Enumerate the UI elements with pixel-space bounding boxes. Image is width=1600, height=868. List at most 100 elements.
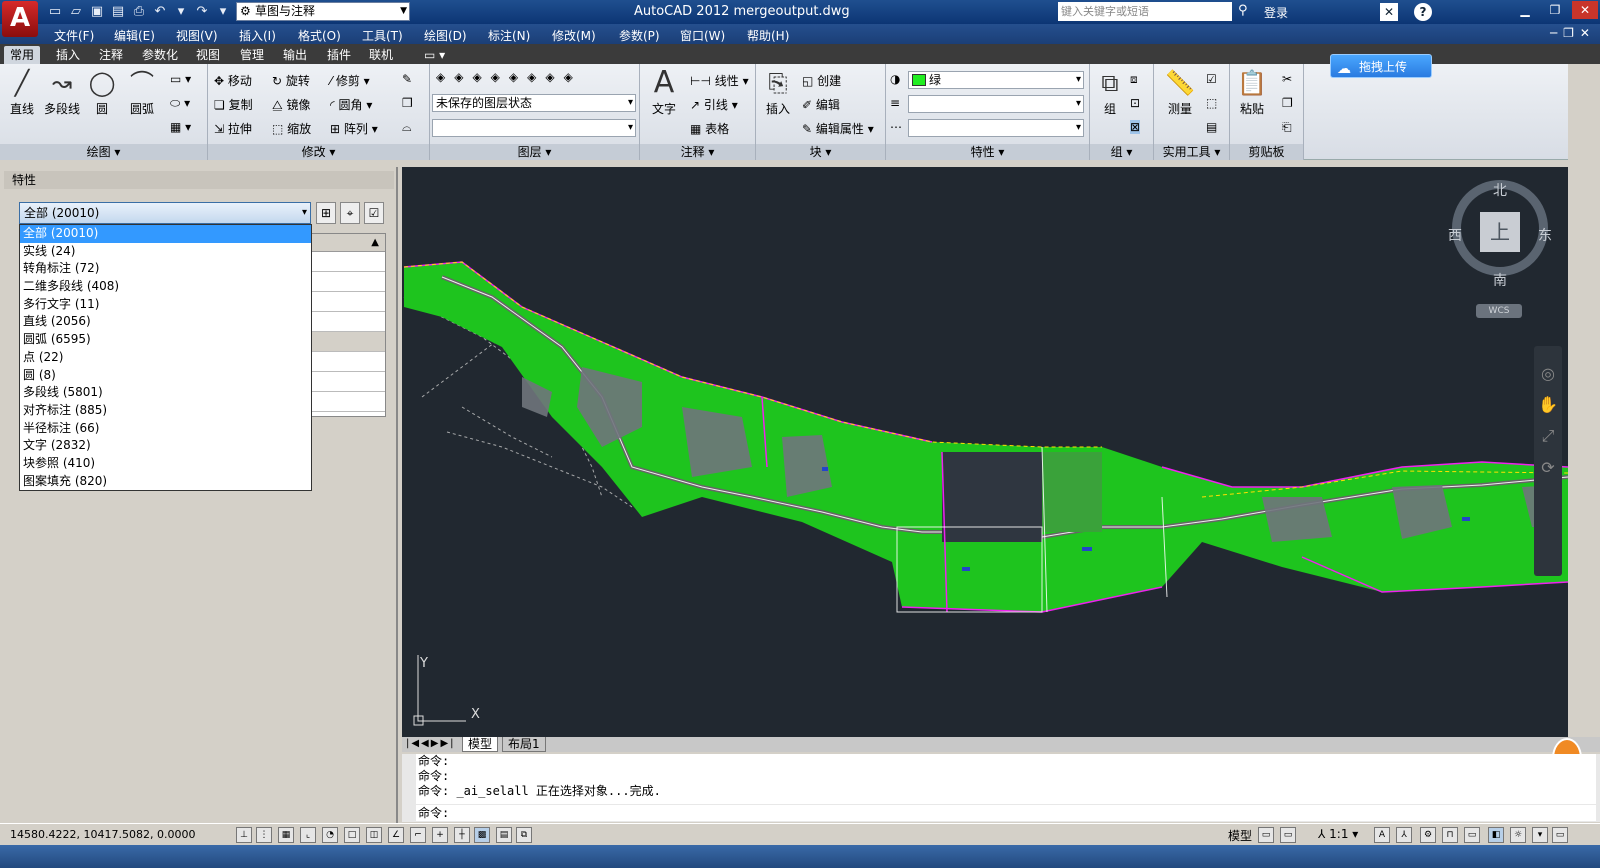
document-window-controls[interactable]: ─❐✕: [1550, 26, 1596, 40]
pan-icon[interactable]: ✋: [1534, 395, 1562, 414]
cut-icon[interactable]: ✂: [1282, 72, 1292, 86]
menu-draw[interactable]: 绘图(D): [424, 27, 467, 44]
scale-button[interactable]: ⬚ 缩放: [272, 120, 311, 137]
collapse-icon[interactable]: ▲: [312, 234, 385, 252]
rotate-button[interactable]: ↻ 旋转: [272, 72, 310, 89]
save-icon[interactable]: ▣: [88, 3, 106, 21]
panel-layers-title[interactable]: 图层 ▾: [430, 144, 639, 160]
lineweight-toggle-icon[interactable]: ┼: [454, 827, 470, 843]
menu-edit[interactable]: 编辑(E): [114, 27, 155, 44]
panel-annotation-title[interactable]: 注释 ▾: [640, 144, 755, 160]
list-item[interactable]: 对齐标注 (885): [20, 402, 311, 420]
list-item[interactable]: 实线 (24): [20, 243, 311, 261]
menu-help[interactable]: 帮助(H): [747, 27, 789, 44]
list-item[interactable]: 多行文字 (11): [20, 296, 311, 314]
linetype-select[interactable]: [908, 119, 1084, 137]
table-row[interactable]: [312, 292, 385, 312]
orbit-icon[interactable]: ⟳: [1534, 458, 1562, 477]
edit-attributes-button[interactable]: ✎ 编辑属性 ▾: [802, 120, 874, 137]
tab-online[interactable]: 联机: [363, 46, 399, 64]
search-input[interactable]: 键入关键字或短语: [1058, 2, 1232, 21]
snap-icon[interactable]: ⋮: [256, 827, 272, 843]
lightbulb-icon[interactable]: ☼: [1510, 827, 1526, 843]
autocad-logo-icon[interactable]: A: [2, 1, 38, 37]
create-block-button[interactable]: ◱ 创建: [802, 72, 841, 89]
edit-block-button[interactable]: ✐ 编辑: [802, 96, 840, 113]
toggle-pickadd-icon[interactable]: ⊞: [316, 202, 336, 224]
panel-block-title[interactable]: 块 ▾: [756, 144, 885, 160]
selection-cycling-icon[interactable]: ⧉: [516, 827, 532, 843]
measure-button[interactable]: 📏 测量: [1160, 64, 1200, 117]
viewcube-east[interactable]: 东: [1538, 225, 1552, 245]
undo-icon[interactable]: ↶: [151, 3, 169, 21]
new-icon[interactable]: ▭: [46, 3, 64, 21]
osnap-icon[interactable]: □: [344, 827, 360, 843]
move-button[interactable]: ✥ 移动: [214, 72, 252, 89]
lineweight-select[interactable]: [908, 95, 1084, 113]
polyline-button[interactable]: ↝ 多段线: [42, 64, 82, 117]
calculator-icon[interactable]: ▤: [1206, 120, 1217, 134]
explode-icon[interactable]: ❒: [402, 96, 413, 110]
copy-button[interactable]: ❏ 复制: [214, 96, 253, 113]
group-button[interactable]: ⧉ 组: [1090, 64, 1130, 117]
select-all-icon[interactable]: ⬚: [1206, 96, 1217, 110]
viewcube-south[interactable]: 南: [1493, 270, 1507, 290]
list-item[interactable]: 多段线 (5801): [20, 384, 311, 402]
arc-button[interactable]: ⌒ 圆弧: [122, 64, 162, 117]
list-item[interactable]: 块参照 (410): [20, 455, 311, 473]
rectangle-icon[interactable]: ▭ ▾: [170, 72, 191, 86]
erase-icon[interactable]: ✎: [402, 72, 412, 86]
menu-tools[interactable]: 工具(T): [362, 27, 403, 44]
list-item[interactable]: 文字 (2832): [20, 437, 311, 455]
ducs-icon[interactable]: ⌐: [410, 827, 426, 843]
redo-dropdown-icon[interactable]: ▾: [214, 3, 232, 21]
table-row[interactable]: [312, 272, 385, 292]
list-item[interactable]: 直线 (2056): [20, 313, 311, 331]
ribbon-options-icon[interactable]: ▭ ▾: [418, 46, 451, 64]
tab-annotate[interactable]: 注释: [93, 46, 129, 64]
close-button[interactable]: ✕: [1572, 1, 1598, 19]
table-row[interactable]: [312, 252, 385, 272]
login-button[interactable]: 登录: [1264, 4, 1288, 21]
quick-select-icon[interactable]: ☑: [364, 202, 384, 224]
tab-view[interactable]: 视图: [190, 46, 226, 64]
linear-dim-button[interactable]: ⊢⊣ 线性 ▾: [690, 72, 749, 89]
stretch-button[interactable]: ⇲ 拉伸: [214, 120, 252, 137]
viewcube-west[interactable]: 西: [1448, 225, 1462, 245]
minimize-button[interactable]: ▁: [1512, 1, 1538, 19]
redo-icon[interactable]: ↷: [193, 3, 211, 21]
polar-icon[interactable]: ◔: [322, 827, 338, 843]
select-objects-icon[interactable]: ⌖: [340, 202, 360, 224]
insert-block-button[interactable]: ⎘ 插入: [758, 64, 798, 117]
print-icon[interactable]: ⎙: [130, 3, 148, 21]
steering-wheel-icon[interactable]: ◎: [1534, 364, 1562, 383]
menu-modify[interactable]: 修改(M): [552, 27, 596, 44]
zoom-icon[interactable]: ⤢: [1534, 426, 1562, 446]
text-button[interactable]: A 文字: [644, 64, 684, 117]
list-item[interactable]: 图案填充 (820): [20, 473, 311, 491]
tab-plugins[interactable]: 插件: [321, 46, 357, 64]
menu-format[interactable]: 格式(O): [298, 27, 341, 44]
save-as-icon[interactable]: ▤: [109, 3, 127, 21]
layer-tools-icons[interactable]: ◈◈◈◈◈◈◈◈: [436, 70, 582, 84]
copy-clip-icon[interactable]: ❐: [1282, 96, 1293, 110]
list-item[interactable]: 圆弧 (6595): [20, 331, 311, 349]
exchange-icon[interactable]: ✕: [1380, 3, 1398, 21]
hatch-icon[interactable]: ▦ ▾: [170, 120, 191, 134]
list-item[interactable]: 半径标注 (66): [20, 420, 311, 438]
upload-button[interactable]: ☁ 拖拽上传: [1330, 54, 1432, 78]
menu-parametric[interactable]: 参数(P): [619, 27, 660, 44]
list-item[interactable]: 全部 (20010): [20, 225, 311, 243]
grid-icon[interactable]: ▦: [278, 827, 294, 843]
quick-select-icon[interactable]: ☑: [1206, 72, 1217, 86]
otrack-icon[interactable]: ∠: [388, 827, 404, 843]
offset-icon[interactable]: ⌓: [402, 120, 412, 135]
annotation-visibility-icon[interactable]: A: [1374, 827, 1390, 843]
table-row[interactable]: [312, 352, 385, 372]
fillet-button[interactable]: ◜ 圆角 ▾: [330, 96, 372, 113]
object-type-select[interactable]: 全部 (20010): [19, 202, 311, 224]
panel-modify-title[interactable]: 修改 ▾: [208, 144, 429, 160]
viewcube-top[interactable]: 上: [1480, 212, 1520, 252]
tab-manage[interactable]: 管理: [234, 46, 270, 64]
wcs-menu[interactable]: WCS: [1476, 304, 1522, 318]
